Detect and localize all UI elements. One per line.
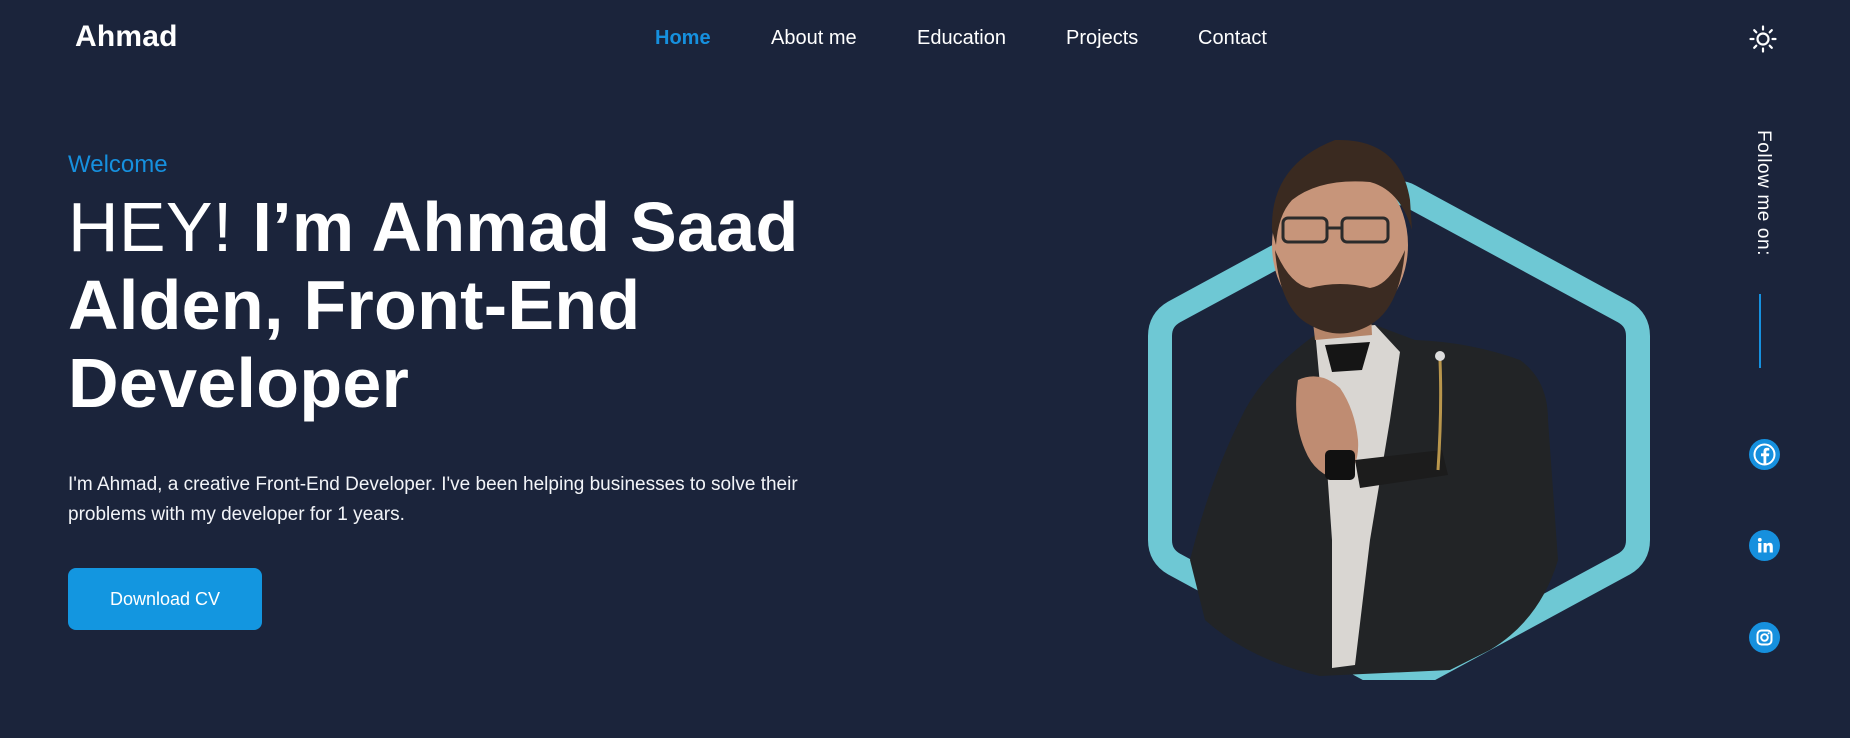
intro-paragraph: I'm Ahmad, a creative Front-End Develope… bbox=[68, 474, 798, 525]
linkedin-icon bbox=[1757, 537, 1773, 553]
profile-portrait bbox=[1148, 139, 1650, 680]
sun-icon bbox=[1749, 25, 1777, 53]
instagram-link[interactable] bbox=[1749, 622, 1780, 653]
instagram-icon bbox=[1756, 629, 1773, 646]
download-cv-button[interactable]: Download CV bbox=[68, 568, 262, 630]
nav-home[interactable]: Home bbox=[655, 27, 711, 50]
nav-about-me[interactable]: About me bbox=[771, 27, 857, 50]
linkedin-link[interactable] bbox=[1749, 530, 1780, 561]
main-nav: Home About me Education Projects Contact bbox=[0, 27, 1850, 57]
nav-contact[interactable]: Contact bbox=[1198, 27, 1267, 50]
welcome-text: Welcome bbox=[68, 151, 168, 178]
portfolio-page: Ahmad Home About me Education Projects C… bbox=[0, 0, 1850, 738]
theme-toggle-button[interactable] bbox=[1748, 24, 1778, 54]
follow-divider bbox=[1759, 294, 1761, 368]
hero-title: HEY! I’m Ahmad Saad Alden, Front-End Dev… bbox=[68, 188, 888, 422]
nav-education[interactable]: Education bbox=[917, 27, 1006, 50]
facebook-link[interactable] bbox=[1749, 439, 1780, 470]
hero-title-greeting: HEY! bbox=[68, 188, 253, 266]
facebook-icon bbox=[1753, 443, 1776, 466]
nav-projects[interactable]: Projects bbox=[1066, 27, 1138, 50]
follow-label: Follow me on: bbox=[1753, 130, 1774, 257]
